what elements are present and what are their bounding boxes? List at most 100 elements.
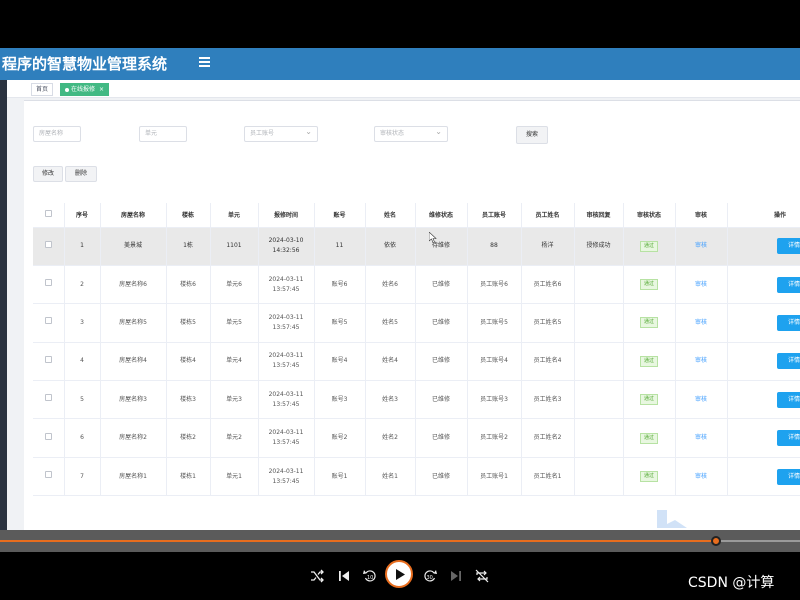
play-button[interactable] (385, 560, 413, 588)
row-checkbox[interactable] (44, 317, 52, 325)
tab-home[interactable]: 首页 (31, 83, 54, 96)
table-row[interactable]: 6 房屋名称2 楼栋2 单元2 2024-03-11 13:57:45 账号2 姓… (33, 418, 800, 458)
app-header: 程序的智慧物业管理系统 (0, 48, 800, 80)
detail-button[interactable]: 详情 (777, 238, 800, 255)
cell-staff-name: 杨洋 (521, 227, 575, 266)
row-checkbox[interactable] (44, 240, 52, 248)
status-badge: 通过 (639, 279, 658, 291)
cell-building: 楼栋1 (166, 457, 211, 497)
cell-time: 13:57:45 (272, 400, 300, 408)
table-row[interactable]: 1 美景城 1栋 1101 2024-03-10 14:32:56 11 依依 待… (33, 227, 800, 266)
cell-report-time: 2024-03-11 13:57:45 (258, 342, 315, 382)
tab-home-label: 首页 (36, 86, 49, 93)
table-row[interactable]: 3 房屋名称5 楼栋5 单元5 2024-03-11 13:57:45 账号5 姓… (33, 303, 800, 343)
delete-button[interactable]: 删除 (65, 166, 97, 182)
progress-scrubber[interactable] (711, 536, 721, 546)
cell-name: 依依 (365, 227, 416, 266)
menu-icon[interactable] (199, 57, 210, 67)
detail-button[interactable]: 详情 (777, 430, 800, 447)
cell-review-status: 通过 (623, 457, 676, 497)
audit-link[interactable]: 审核 (695, 319, 707, 326)
col-header: 房屋名称 (100, 203, 167, 228)
cell-op: 详情 (727, 227, 800, 266)
table-row[interactable]: 5 房屋名称3 楼栋3 单元3 2024-03-11 13:57:45 账号3 姓… (33, 380, 800, 420)
edit-button[interactable]: 修改 (33, 166, 63, 182)
cell-time: 13:57:45 (272, 323, 300, 331)
progress-remaining (716, 540, 800, 542)
cell-reply (574, 457, 624, 497)
cell-name: 姓名4 (365, 342, 416, 382)
table-row[interactable]: 2 房屋名称6 楼栋6 单元6 2024-03-11 13:57:45 账号6 姓… (33, 265, 800, 305)
audit-link[interactable]: 审核 (695, 242, 707, 249)
unit-input[interactable]: 单元 (139, 126, 187, 142)
house-name-input[interactable]: 房屋名称 (33, 126, 81, 142)
active-dot-icon (65, 87, 69, 92)
search-button[interactable]: 搜索 (516, 126, 548, 144)
audit-link[interactable]: 审核 (695, 473, 707, 480)
next-icon[interactable] (447, 567, 465, 585)
cell-review-status: 通过 (623, 380, 676, 420)
row-checkbox[interactable] (44, 394, 52, 402)
detail-button[interactable]: 详情 (777, 391, 800, 408)
audit-link[interactable]: 审核 (695, 434, 707, 441)
cell-name: 姓名2 (365, 418, 416, 458)
cell-date: 2024-03-11 (268, 467, 304, 475)
row-checkbox[interactable] (44, 355, 52, 363)
table-row[interactable]: 4 房屋名称4 楼栋4 单元4 2024-03-11 13:57:45 账号4 姓… (33, 342, 800, 382)
detail-button[interactable]: 详情 (777, 468, 800, 485)
progress-bar[interactable] (0, 530, 800, 552)
player-logo-watermark (657, 510, 687, 528)
detail-button[interactable]: 详情 (777, 353, 800, 370)
audit-link[interactable]: 审核 (695, 396, 707, 403)
table-row[interactable]: 7 房屋名称1 楼栋1 单元1 2024-03-11 13:57:45 账号1 姓… (33, 457, 800, 497)
cell-date: 2024-03-11 (268, 429, 304, 437)
previous-icon[interactable] (335, 567, 353, 585)
cell-report-time: 2024-03-11 13:57:45 (258, 380, 315, 420)
review-status-select[interactable]: 审核状态 (374, 125, 448, 142)
select-all-checkbox[interactable] (44, 210, 52, 218)
cell-op: 详情 (727, 418, 800, 458)
cell-account: 账号4 (314, 342, 366, 382)
repair-table: 序号 房屋名称 楼栋 单元 报修时间 账号 姓名 维修状态 员工账号 员工姓名 … (33, 203, 800, 497)
cell-building: 1栋 (166, 227, 211, 266)
shuffle-icon[interactable] (308, 567, 326, 585)
cell-repair-status: 已维修 (415, 342, 468, 382)
col-header: 楼栋 (166, 203, 211, 228)
table-header: 序号 房屋名称 楼栋 单元 报修时间 账号 姓名 维修状态 员工账号 员工姓名 … (33, 203, 800, 228)
mouse-cursor-icon (429, 232, 437, 243)
cell-repair-status: 待维修 (415, 227, 468, 266)
cell-audit: 审核 (675, 457, 728, 497)
row-select-cell (33, 265, 65, 305)
cell-repair-status: 已维修 (415, 457, 468, 497)
cell-date: 2024-03-11 (268, 352, 304, 360)
cell-no: 5 (64, 380, 101, 420)
cell-unit: 单元6 (210, 265, 259, 305)
rewind-10-icon[interactable]: 10 (361, 567, 379, 585)
col-header: 维修状态 (415, 203, 468, 228)
row-select-cell (33, 457, 65, 497)
cell-house: 房屋名称5 (100, 303, 167, 343)
tab-bar: 首页 在线报修 × (7, 80, 800, 98)
cell-account: 账号1 (314, 457, 366, 497)
row-checkbox[interactable] (44, 279, 52, 287)
row-checkbox[interactable] (44, 432, 52, 440)
status-badge: 通过 (639, 240, 658, 252)
tab-close-icon[interactable]: × (99, 86, 104, 93)
select-all-cell (33, 203, 65, 228)
cell-name: 姓名6 (365, 265, 416, 305)
row-checkbox[interactable] (44, 471, 52, 479)
cell-audit: 审核 (675, 265, 728, 305)
audit-link[interactable]: 审核 (695, 281, 707, 288)
forward-30-icon[interactable]: 30 (421, 567, 439, 585)
detail-button[interactable]: 详情 (777, 314, 800, 331)
col-header: 报修时间 (258, 203, 315, 228)
tab-online-repair[interactable]: 在线报修 × (60, 83, 110, 96)
col-header: 员工姓名 (521, 203, 575, 228)
detail-button[interactable]: 详情 (777, 276, 800, 293)
repeat-off-icon[interactable] (473, 567, 491, 585)
audit-link[interactable]: 审核 (695, 357, 707, 364)
col-header: 审核 (675, 203, 728, 228)
cell-review-status: 通过 (623, 265, 676, 305)
staff-account-select[interactable]: 员工账号 (244, 125, 318, 142)
cell-op: 详情 (727, 303, 800, 343)
